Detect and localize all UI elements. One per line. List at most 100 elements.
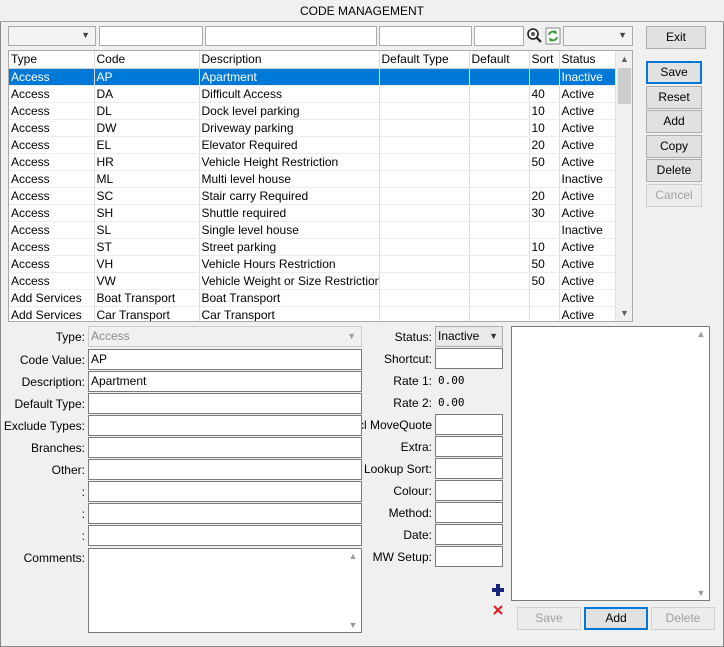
comments-scrollbar[interactable]: ▲ ▼	[345, 549, 361, 632]
table-cell	[529, 289, 560, 307]
table-row[interactable]: Access VW Vehicle Weight or Size Restricti…	[9, 272, 617, 290]
branches-label: Branches:	[30, 441, 85, 455]
table-row[interactable]: Access ML Multi level house Inactive	[9, 170, 617, 188]
codes-grid[interactable]: Type Code Description Default Type Default So…	[8, 50, 633, 322]
cancel-button[interactable]: Cancel	[646, 184, 702, 207]
table-row[interactable]: Access DL Dock level parking 10 Active	[9, 102, 617, 120]
comments-textarea[interactable]: ▲ ▼	[88, 548, 362, 633]
table-cell: 50	[529, 272, 560, 290]
save-button[interactable]: Save	[646, 61, 702, 84]
type-label: Type:	[55, 330, 85, 344]
column-header[interactable]: Sort	[529, 51, 560, 69]
table-cell	[379, 119, 470, 137]
scroll-thumb[interactable]	[618, 68, 631, 104]
delete-button[interactable]: Delete	[646, 159, 702, 182]
table-cell: ML	[94, 170, 200, 188]
custom-field-3[interactable]	[88, 525, 362, 546]
column-header[interactable]: Default Type	[379, 51, 470, 69]
extra-field[interactable]	[435, 436, 503, 457]
lookup-sort-field[interactable]	[435, 458, 503, 479]
scroll-up-icon[interactable]: ▲	[345, 551, 361, 561]
values-listbox[interactable]: ▲ ▼	[511, 326, 710, 601]
shortcut-field[interactable]	[435, 348, 503, 369]
exclude-types-field[interactable]	[88, 415, 362, 436]
table-row[interactable]: Access DW Driveway parking 10 Active	[9, 119, 617, 137]
scroll-down-icon[interactable]: ▼	[345, 620, 361, 630]
copy-button[interactable]: Copy	[646, 135, 702, 158]
colour-field[interactable]	[435, 480, 503, 501]
table-cell: Access	[9, 238, 95, 256]
table-cell: Car Transport	[199, 306, 380, 321]
table-row[interactable]: Access SH Shuttle required 30 Active	[9, 204, 617, 222]
listbox-scrollbar[interactable]: ▲ ▼	[693, 327, 709, 600]
list-add-button[interactable]: Add	[584, 607, 648, 630]
table-cell: HR	[94, 153, 200, 171]
column-header[interactable]: Type	[9, 51, 95, 69]
table-cell	[379, 68, 470, 86]
table-cell: 20	[529, 136, 560, 154]
code-filter-input[interactable]	[99, 26, 203, 46]
description-filter-input[interactable]	[205, 26, 377, 46]
table-cell: SH	[94, 204, 200, 222]
window-title: CODE MANAGEMENT	[0, 0, 724, 22]
table-row[interactable]: Add Services Boat Transport Boat Transport…	[9, 289, 617, 307]
list-save-button[interactable]: Save	[517, 607, 581, 630]
status-filter-combo[interactable]: ▼	[563, 26, 633, 46]
table-cell: Stair carry Required	[199, 187, 380, 205]
type-filter-combo[interactable]: ▼	[8, 26, 96, 46]
chevron-down-icon: ▼	[618, 30, 627, 40]
refresh-icon[interactable]	[545, 26, 561, 46]
table-row[interactable]: Add Services Car Transport Car Transport Ac…	[9, 306, 617, 321]
table-row[interactable]: Access VH Vehicle Hours Restriction 50 Activ…	[9, 255, 617, 273]
table-cell: Single level house	[199, 221, 380, 239]
custom-field-2[interactable]	[88, 503, 362, 524]
add-button[interactable]: Add	[646, 110, 702, 133]
type-select[interactable]: Access ▼	[88, 326, 362, 347]
custom-field-1[interactable]	[88, 481, 362, 502]
table-cell: 20	[529, 187, 560, 205]
table-cell: Access	[9, 272, 95, 290]
table-row[interactable]: Access SL Single level house Inactive	[9, 221, 617, 239]
table-row[interactable]: Access EL Elevator Required 20 Active	[9, 136, 617, 154]
table-row[interactable]: Access HR Vehicle Height Restriction 50 Acti…	[9, 153, 617, 171]
mw-setup-field[interactable]	[435, 546, 503, 567]
plus-icon[interactable]	[491, 583, 505, 597]
scroll-up-icon[interactable]: ▲	[616, 51, 632, 67]
branches-field[interactable]	[88, 437, 362, 458]
exit-button[interactable]: Exit	[646, 26, 706, 49]
movequote-field[interactable]	[435, 414, 503, 435]
table-cell: Access	[9, 68, 95, 86]
table-cell: Active	[559, 255, 617, 273]
table-row[interactable]: Access ST Street parking 10 Active	[9, 238, 617, 256]
table-row[interactable]: Access DA Difficult Access 40 Active	[9, 85, 617, 103]
grid-scrollbar[interactable]: ▲ ▼	[615, 51, 632, 321]
list-delete-button[interactable]: Delete	[651, 607, 715, 630]
default-filter-input[interactable]	[474, 26, 524, 46]
default-type-filter-input[interactable]	[379, 26, 472, 46]
column-header[interactable]: Code	[94, 51, 200, 69]
table-cell: VH	[94, 255, 200, 273]
table-row[interactable]: Access SC Stair carry Required 20 Active	[9, 187, 617, 205]
table-row[interactable]: Access AP Apartment Inactive	[9, 68, 617, 86]
method-field[interactable]	[435, 502, 503, 523]
reset-button[interactable]: Reset	[646, 86, 702, 109]
extra-label: Extra:	[400, 440, 432, 454]
table-cell: 50	[529, 153, 560, 171]
code-value-field[interactable]: AP	[88, 349, 362, 370]
default-type-field[interactable]	[88, 393, 362, 414]
column-header[interactable]: Status	[559, 51, 617, 69]
scroll-down-icon[interactable]: ▼	[616, 305, 632, 321]
column-header[interactable]: Description	[199, 51, 380, 69]
table-cell	[529, 221, 560, 239]
scroll-down-icon[interactable]: ▼	[693, 588, 709, 598]
date-field[interactable]	[435, 524, 503, 545]
other-field[interactable]	[88, 459, 362, 480]
scroll-up-icon[interactable]: ▲	[693, 329, 709, 339]
description-field[interactable]: Apartment	[88, 371, 362, 392]
search-icon[interactable]	[526, 26, 544, 46]
remove-icon[interactable]	[491, 603, 505, 617]
chevron-down-icon: ▼	[489, 331, 498, 341]
status-select[interactable]: Inactive ▼	[435, 326, 503, 347]
status-label: Status:	[394, 330, 432, 344]
column-header[interactable]: Default	[469, 51, 530, 69]
